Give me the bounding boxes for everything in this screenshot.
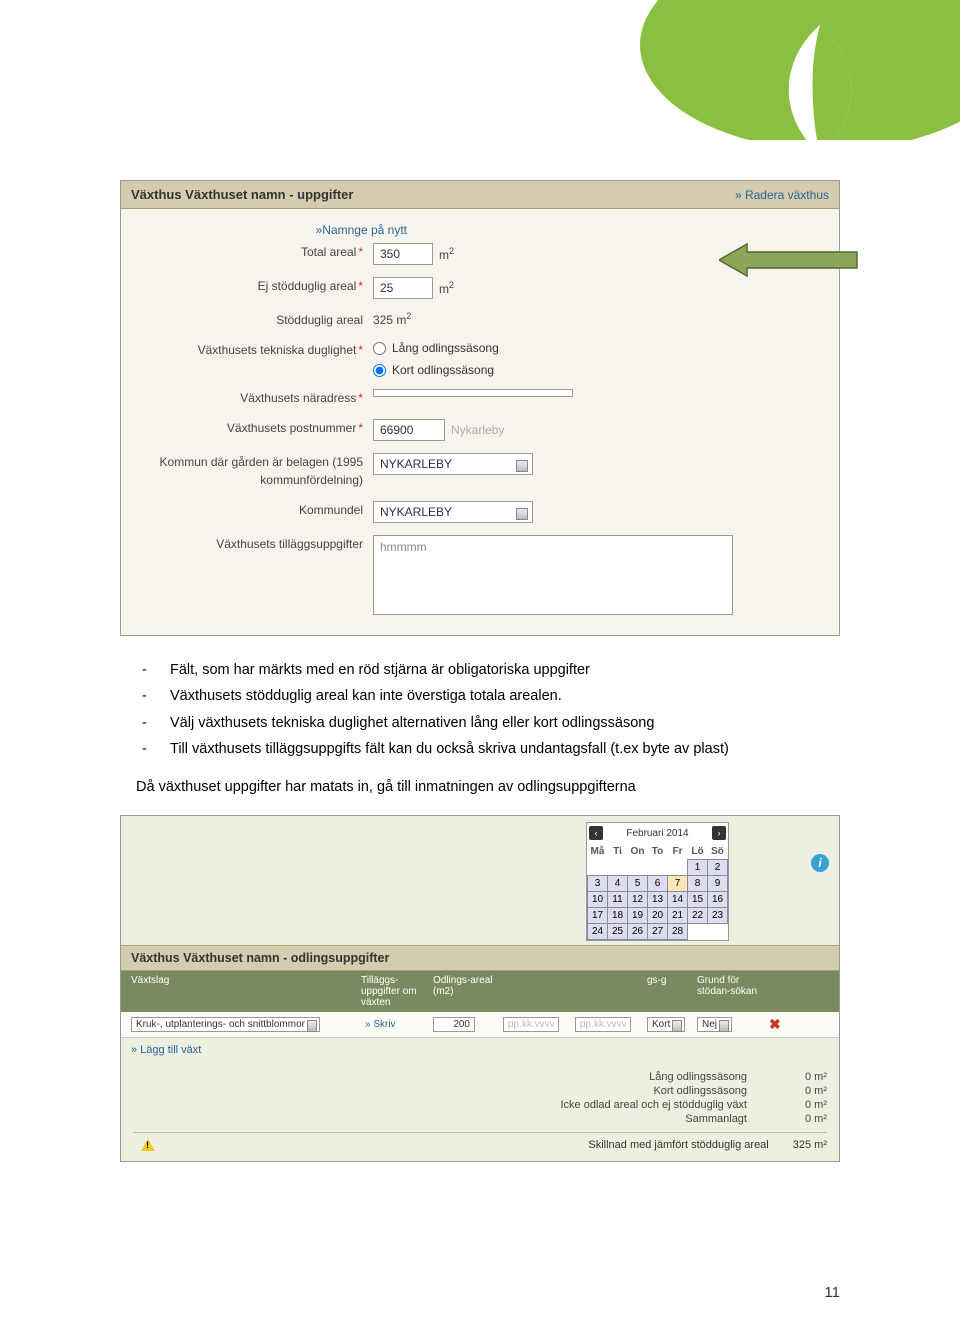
summary-block: Lång odlingssäsong0 m² Kort odlingssäson…	[121, 1062, 839, 1161]
date-start-input[interactable]: pp.kk.vvvv	[503, 1017, 559, 1032]
cultivation-row: Kruk-, utplanterings- och snittblommor »…	[121, 1012, 839, 1038]
column-headers: Växtslag Tilläggs-uppgifter om växten Od…	[121, 971, 839, 1012]
add-plant-link[interactable]: » Lägg till växt	[131, 1044, 201, 1056]
kommun-label: Kommun där gården är belagen (1995 kommu…	[133, 453, 373, 489]
form-header: Växthus Växthuset namn - uppgifter » Rad…	[121, 181, 839, 209]
leaf-icon	[760, 20, 880, 140]
post-city: Nykarleby	[451, 423, 504, 437]
area-input[interactable]: 200	[433, 1017, 475, 1032]
total-area-input[interactable]: 350	[373, 243, 433, 265]
rename-link[interactable]: »Namnge på nytt	[316, 223, 407, 237]
delete-row-icon[interactable]: ✖	[769, 1016, 781, 1032]
cultivation-form: ‹ Februari 2014 › MåTiOnToFrLöSö 12 3456…	[120, 815, 840, 1162]
header-decoration	[580, 0, 960, 140]
extra-label: Växthusets tilläggsuppgifter	[133, 535, 373, 553]
postnr-input[interactable]: 66900	[373, 419, 445, 441]
cal-next-button[interactable]: ›	[712, 826, 726, 840]
form-title: Växthus Växthuset namn - uppgifter	[131, 187, 353, 202]
delete-greenhouse-link[interactable]: » Radera växthus	[735, 188, 829, 202]
greenhouse-details-form: Växthus Växthuset namn - uppgifter » Rad…	[120, 180, 840, 636]
kommun-select[interactable]: NYKARLEBY	[373, 453, 533, 475]
kommundel-label: Kommundel	[133, 501, 373, 519]
postnr-label: Växthusets postnummer	[133, 419, 373, 437]
address-input[interactable]	[373, 389, 573, 397]
calendar-popup[interactable]: ‹ Februari 2014 › MåTiOnToFrLöSö 12 3456…	[586, 822, 729, 941]
basis-select[interactable]: Nej	[697, 1017, 732, 1032]
season-select[interactable]: Kort	[647, 1017, 685, 1032]
cal-month: Februari 2014	[626, 828, 688, 839]
date-end-input[interactable]: pp.kk.vvvv	[575, 1017, 631, 1032]
unsupported-area-label: Ej stödduglig areal	[133, 277, 373, 295]
write-link[interactable]: » Skriv	[365, 1019, 396, 1030]
technical-label: Växthusets tekniska duglighet	[133, 341, 373, 359]
total-area-label: Total areal	[133, 243, 373, 261]
crop-select[interactable]: Kruk-, utplanterings- och snittblommor	[131, 1017, 320, 1032]
supported-area-label: Stödduglig areal	[133, 311, 373, 329]
info-icon[interactable]: i	[811, 854, 829, 872]
unsupported-area-input[interactable]: 25	[373, 277, 433, 299]
page-number: 11	[824, 1284, 840, 1301]
address-label: Växthusets näradress	[133, 389, 373, 407]
body-text: Fält, som har märkts med en röd stjärna …	[136, 660, 840, 797]
supported-area-value: 325 m2	[373, 311, 411, 327]
kommundel-select[interactable]: NYKARLEBY	[373, 501, 533, 523]
season-long-radio[interactable]: Lång odlingssäsong	[373, 341, 499, 355]
extra-textarea[interactable]: hmmmm	[373, 535, 733, 615]
cultivation-header: Växthus Växthuset namn - odlingsuppgifte…	[121, 945, 839, 971]
pointer-arrow-icon	[719, 241, 859, 279]
cal-prev-button[interactable]: ‹	[589, 826, 603, 840]
warning-icon	[141, 1139, 155, 1151]
season-short-radio[interactable]: Kort odlingssäsong	[373, 363, 499, 377]
